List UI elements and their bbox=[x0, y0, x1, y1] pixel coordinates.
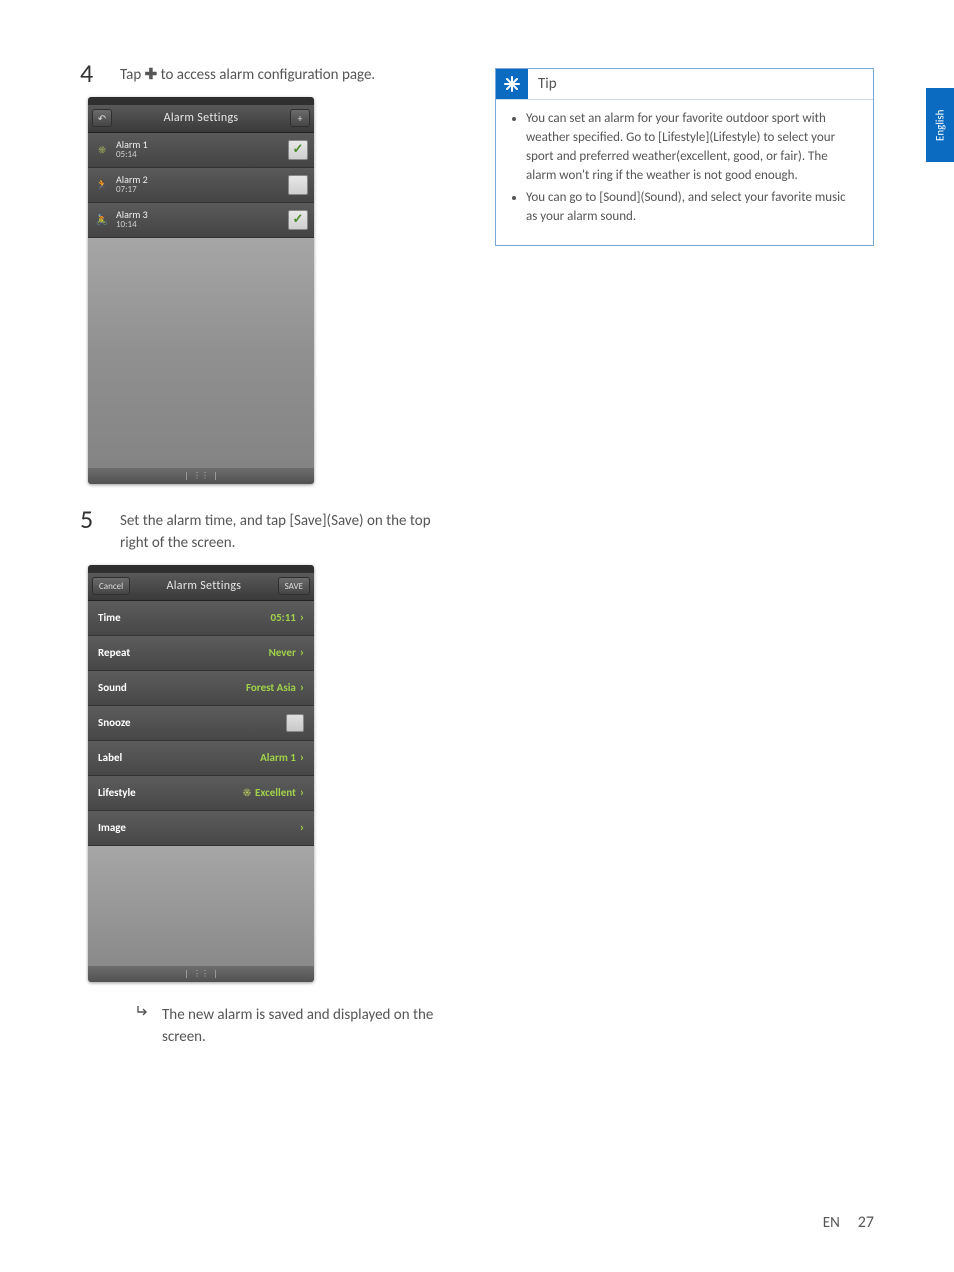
plus-icon: ✚ bbox=[145, 66, 158, 84]
tip-title: Tip bbox=[538, 75, 557, 93]
row-lifestyle[interactable]: Lifestyle ☀ Excellent › bbox=[88, 776, 314, 811]
alarm-settings-footer: ⋮⋮ bbox=[88, 966, 314, 982]
label-label: Label bbox=[98, 751, 260, 764]
run-icon: 🏃 bbox=[94, 177, 110, 193]
status-bar bbox=[88, 97, 314, 105]
alarm-row-1[interactable]: ☀ Alarm 1 05:14 bbox=[88, 133, 314, 168]
row-time[interactable]: Time 05:11 › bbox=[88, 601, 314, 636]
chevron-right-icon: › bbox=[300, 751, 304, 765]
chevron-right-icon: › bbox=[300, 786, 304, 800]
tip-item-2: You can go to [Sound](Sound), and select… bbox=[526, 189, 859, 227]
alarm-list-footer: ⋮⋮ bbox=[88, 468, 314, 484]
alarm-2-time: 07:17 bbox=[116, 185, 288, 195]
sound-value: Forest Asia bbox=[246, 681, 296, 694]
page-footer: EN 27 bbox=[823, 1213, 874, 1232]
row-image[interactable]: Image › bbox=[88, 811, 314, 846]
tip-box: Tip You can set an alarm for your favori… bbox=[495, 68, 874, 246]
result-arrow-icon bbox=[136, 1004, 150, 1018]
row-snooze[interactable]: Snooze bbox=[88, 706, 314, 741]
tip-item-1: You can set an alarm for your favorite o… bbox=[526, 110, 859, 185]
back-button[interactable]: ↶ bbox=[92, 109, 112, 127]
result: The new alarm is saved and displayed on … bbox=[136, 1004, 459, 1049]
chevron-right-icon: › bbox=[300, 646, 304, 660]
alarm-3-checkbox[interactable] bbox=[288, 210, 308, 230]
label-value: Alarm 1 bbox=[260, 751, 296, 764]
tip-body: You can set an alarm for your favorite o… bbox=[496, 99, 873, 245]
step-5-number: 5 bbox=[80, 506, 104, 532]
step-4-number: 4 bbox=[80, 60, 104, 86]
save-button[interactable]: SAVE bbox=[278, 577, 310, 595]
alarm-settings-empty-area bbox=[88, 846, 314, 966]
step-5-text: Set the alarm time, and tap [Save](Save)… bbox=[120, 506, 459, 555]
alarm-settings-title: Alarm Settings bbox=[130, 579, 277, 593]
step-4: 4 Tap ✚ to access alarm configuration pa… bbox=[80, 60, 459, 87]
chevron-right-icon: › bbox=[300, 611, 304, 625]
lifestyle-icon: ☀ bbox=[243, 786, 251, 799]
row-sound[interactable]: Sound Forest Asia › bbox=[88, 671, 314, 706]
sound-label: Sound bbox=[98, 681, 246, 694]
chevron-right-icon: › bbox=[300, 821, 304, 835]
alarm-2-name: Alarm 2 bbox=[116, 174, 288, 185]
repeat-value: Never bbox=[269, 646, 296, 659]
alarm-row-3[interactable]: 🚴 Alarm 3 10:14 bbox=[88, 203, 314, 238]
status-bar-2 bbox=[88, 565, 314, 573]
snooze-label: Snooze bbox=[98, 716, 286, 729]
language-tab: English bbox=[926, 88, 954, 162]
lifestyle-label: Lifestyle bbox=[98, 786, 243, 799]
step-4-text: Tap ✚ to access alarm configuration page… bbox=[120, 60, 375, 87]
screenshot-alarm-list: ↶ Alarm Settings + ☀ Alarm 1 05:14 🏃 Ala… bbox=[88, 97, 314, 484]
alarm-1-time: 05:14 bbox=[116, 150, 288, 160]
row-repeat[interactable]: Repeat Never › bbox=[88, 636, 314, 671]
alarm-list-empty-area bbox=[88, 238, 314, 468]
weather-icon: ☀ bbox=[94, 142, 110, 158]
lifestyle-value: Excellent bbox=[255, 786, 296, 799]
alarm-1-checkbox[interactable] bbox=[288, 140, 308, 160]
cancel-button[interactable]: Cancel bbox=[92, 577, 130, 595]
alarm-list-header: ↶ Alarm Settings + bbox=[88, 105, 314, 133]
footer-language: EN bbox=[823, 1214, 840, 1232]
bike-icon: 🚴 bbox=[94, 212, 110, 228]
step-4-text-before: Tap bbox=[120, 66, 145, 84]
add-alarm-button[interactable]: + bbox=[290, 109, 310, 127]
repeat-label: Repeat bbox=[98, 646, 269, 659]
tip-asterisk-icon bbox=[496, 69, 528, 99]
alarm-2-checkbox[interactable] bbox=[288, 175, 308, 195]
snooze-checkbox[interactable] bbox=[286, 714, 304, 732]
row-label[interactable]: Label Alarm 1 › bbox=[88, 741, 314, 776]
tip-header: Tip bbox=[496, 69, 873, 99]
chevron-right-icon: › bbox=[300, 681, 304, 695]
image-label: Image bbox=[98, 821, 300, 834]
time-label: Time bbox=[98, 611, 271, 624]
time-value: 05:11 bbox=[271, 611, 296, 624]
alarm-1-name: Alarm 1 bbox=[116, 139, 288, 150]
alarm-settings-header: Cancel Alarm Settings SAVE bbox=[88, 573, 314, 601]
result-text: The new alarm is saved and displayed on … bbox=[162, 1004, 459, 1049]
step-5: 5 Set the alarm time, and tap [Save](Sav… bbox=[80, 506, 459, 555]
alarm-list-title: Alarm Settings bbox=[112, 111, 290, 125]
alarm-3-time: 10:14 bbox=[116, 220, 288, 230]
alarm-row-2[interactable]: 🏃 Alarm 2 07:17 bbox=[88, 168, 314, 203]
screenshot-alarm-settings: Cancel Alarm Settings SAVE Time 05:11 › R… bbox=[88, 565, 314, 982]
alarm-3-name: Alarm 3 bbox=[116, 209, 288, 220]
footer-page-number: 27 bbox=[858, 1213, 874, 1232]
step-4-text-after: to access alarm configuration page. bbox=[157, 66, 375, 84]
